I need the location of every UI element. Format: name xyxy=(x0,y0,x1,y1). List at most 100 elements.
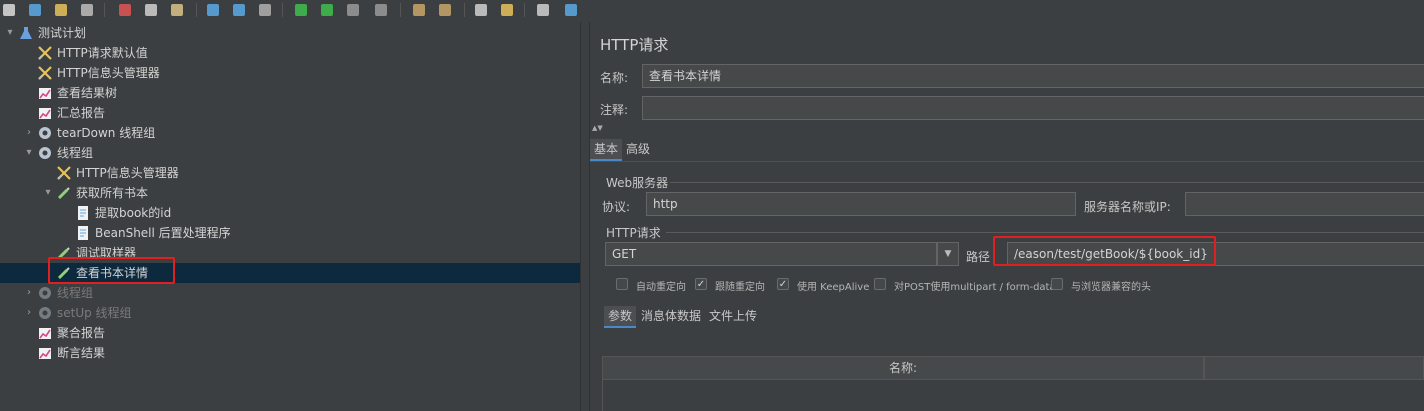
highlight-box-path xyxy=(993,236,1216,266)
checkbox[interactable] xyxy=(616,278,628,290)
open-icon[interactable] xyxy=(52,1,70,19)
document-icon xyxy=(75,205,91,221)
stop-icon[interactable] xyxy=(344,1,362,19)
toolbar-separator xyxy=(282,3,283,17)
server-input[interactable] xyxy=(1185,192,1424,216)
reset-search-icon[interactable] xyxy=(498,1,516,19)
save-icon[interactable] xyxy=(78,1,96,19)
chevron-right-icon[interactable]: › xyxy=(23,283,35,303)
cut-icon[interactable] xyxy=(116,1,134,19)
tab-advanced[interactable]: 高级 xyxy=(622,139,654,159)
tree-node[interactable]: HTTP信息头管理器 xyxy=(0,63,580,83)
tree-node-label: HTTP信息头管理器 xyxy=(76,166,179,180)
paste-icon[interactable] xyxy=(168,1,186,19)
tree-node-label: HTTP请求默认值 xyxy=(57,46,148,60)
toolbar-separator xyxy=(524,3,525,17)
start-icon[interactable] xyxy=(292,1,310,19)
checkbox[interactable] xyxy=(874,278,886,290)
copy-icon[interactable] xyxy=(142,1,160,19)
search-icon[interactable] xyxy=(472,1,490,19)
chevron-down-icon[interactable]: ▾ xyxy=(4,23,16,43)
table-header-value[interactable] xyxy=(1204,356,1424,380)
checkbox[interactable]: ✓ xyxy=(695,278,707,290)
document-icon xyxy=(75,225,91,241)
tree-node[interactable]: › setUp 线程组 xyxy=(0,303,580,323)
wrench-icon xyxy=(37,45,53,61)
chart-icon xyxy=(37,105,53,121)
protocol-label: 协议: xyxy=(602,200,631,214)
chart-icon xyxy=(37,85,53,101)
tree-node[interactable]: 聚合报告 xyxy=(0,323,580,343)
new-icon[interactable] xyxy=(0,1,18,19)
tree-node-label: BeanShell 后置处理程序 xyxy=(95,226,231,240)
name-input[interactable]: 查看书本详情 xyxy=(642,64,1424,88)
tree-node-label: 聚合报告 xyxy=(57,326,106,340)
subtab-parameters[interactable]: 参数 xyxy=(604,306,637,328)
tree-node[interactable]: ▾ 获取所有书本 xyxy=(0,183,580,203)
toolbar-separator xyxy=(104,3,105,17)
checkbox[interactable] xyxy=(1051,278,1063,290)
subtab-body-data[interactable]: 消息体数据 xyxy=(637,306,705,326)
tree-node-label: 断言结果 xyxy=(57,346,106,360)
test-plan-tree: ▾ 测试计划 HTTP请求默认值 HTTP信息头管理器 查看结果树 汇总报告 › tearDo… xyxy=(0,22,580,411)
tab-underline xyxy=(590,161,1424,162)
chevron-down-icon[interactable]: ▼ xyxy=(937,242,959,266)
toggle-icon[interactable] xyxy=(256,1,274,19)
parameter-table-body[interactable] xyxy=(602,380,1424,411)
name-label: 名称: xyxy=(600,71,629,85)
server-label: 服务器名称或IP: xyxy=(1084,200,1171,214)
tree-node-label: 线程组 xyxy=(57,286,94,300)
subtab-file-upload[interactable]: 文件上传 xyxy=(705,306,761,326)
checkbox-label: 与浏览器兼容的头 xyxy=(1071,282,1151,293)
toolbar xyxy=(0,0,1424,23)
function-helper-icon[interactable] xyxy=(534,1,552,19)
shutdown-icon[interactable] xyxy=(372,1,390,19)
tree-node[interactable]: › tearDown 线程组 xyxy=(0,123,580,143)
tree-node[interactable]: 汇总报告 xyxy=(0,103,580,123)
tree-node-label: 汇总报告 xyxy=(57,106,106,120)
splitter[interactable] xyxy=(580,22,590,411)
clear-icon[interactable] xyxy=(410,1,428,19)
start-no-pause-icon[interactable] xyxy=(318,1,336,19)
tree-node[interactable]: ▾ 线程组 xyxy=(0,143,580,163)
collapse-icon[interactable] xyxy=(230,1,248,19)
tab-basic[interactable]: 基本 xyxy=(590,139,623,161)
chevron-right-icon[interactable]: › xyxy=(23,303,35,323)
checkbox[interactable]: ✓ xyxy=(777,278,789,290)
expand-icon[interactable] xyxy=(204,1,222,19)
tree-node[interactable]: 查看结果树 xyxy=(0,83,580,103)
clear-all-icon[interactable] xyxy=(436,1,454,19)
comment-input[interactable] xyxy=(642,96,1424,120)
gear-icon xyxy=(37,125,53,141)
tree-node[interactable]: 断言结果 xyxy=(0,343,580,363)
method-select[interactable]: GET xyxy=(605,242,937,266)
http-request-group-label: HTTP请求 xyxy=(606,226,661,240)
templates-icon[interactable] xyxy=(26,1,44,19)
chart-icon xyxy=(37,325,53,341)
group-border xyxy=(670,182,1424,183)
tree-node[interactable]: HTTP信息头管理器 xyxy=(0,163,580,183)
tree-node[interactable]: HTTP请求默认值 xyxy=(0,43,580,63)
web-server-group-label: Web服务器 xyxy=(606,176,669,190)
tree-node[interactable]: › 线程组 xyxy=(0,283,580,303)
tree-node-label: 查看结果树 xyxy=(57,86,118,100)
table-header-name[interactable]: 名称: xyxy=(602,356,1204,380)
protocol-input[interactable]: http xyxy=(646,192,1076,216)
tree-node[interactable]: ▾ 测试计划 xyxy=(0,23,580,43)
chevron-down-icon[interactable]: ▾ xyxy=(42,183,54,203)
tree-node[interactable]: BeanShell 后置处理程序 xyxy=(0,223,580,243)
help-icon[interactable] xyxy=(562,1,580,19)
toolbar-separator xyxy=(196,3,197,17)
checkbox-label: 使用 KeepAlive xyxy=(797,282,870,293)
tree-node[interactable]: 提取book的id xyxy=(0,203,580,223)
pipette-icon xyxy=(56,185,72,201)
tree-node-label: 线程组 xyxy=(57,146,94,160)
chevron-right-icon[interactable]: › xyxy=(23,123,35,143)
splitter-arrows[interactable]: ▲▼ xyxy=(592,124,603,132)
chevron-down-icon[interactable]: ▾ xyxy=(23,143,35,163)
toolbar-separator xyxy=(464,3,465,17)
